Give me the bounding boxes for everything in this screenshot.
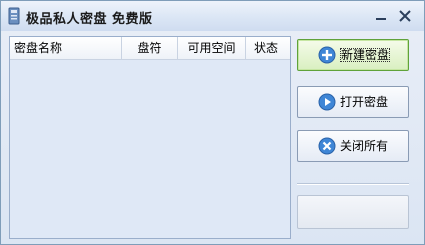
blank-button[interactable]	[297, 195, 409, 229]
close-icon	[399, 10, 411, 22]
close-all-label: 关闭所有	[340, 139, 389, 153]
app-logo-icon	[8, 7, 20, 25]
new-disk-button[interactable]: 新建密盘	[297, 39, 409, 71]
close-window-button[interactable]	[395, 7, 415, 25]
column-header-free-space[interactable]: 可用空间	[178, 37, 246, 59]
column-header-disk-name[interactable]: 密盘名称	[10, 37, 122, 59]
new-disk-label: 新建密盘	[340, 48, 391, 62]
separator	[297, 183, 409, 185]
x-circle-icon	[318, 137, 336, 155]
app-window: 极品私人密盘 免费版 密盘名称 盘符 可用空间 状态 新建密盘 打开密盘 关闭所…	[0, 0, 425, 245]
window-title: 极品私人密盘 免费版	[26, 12, 153, 27]
column-header-status[interactable]: 状态	[246, 37, 290, 59]
minimize-button[interactable]	[371, 7, 391, 25]
plus-circle-icon	[318, 46, 336, 64]
title-bar[interactable]: 极品私人密盘 免费版	[1, 1, 424, 31]
column-header-drive-letter[interactable]: 盘符	[122, 37, 178, 59]
open-disk-label: 打开密盘	[340, 95, 389, 109]
play-circle-icon	[318, 93, 336, 111]
close-all-button[interactable]: 关闭所有	[297, 130, 409, 162]
minimize-icon	[376, 18, 386, 20]
open-disk-button[interactable]: 打开密盘	[297, 86, 409, 118]
disk-list[interactable]: 密盘名称 盘符 可用空间 状态	[9, 36, 291, 239]
list-header: 密盘名称 盘符 可用空间 状态	[10, 37, 290, 60]
